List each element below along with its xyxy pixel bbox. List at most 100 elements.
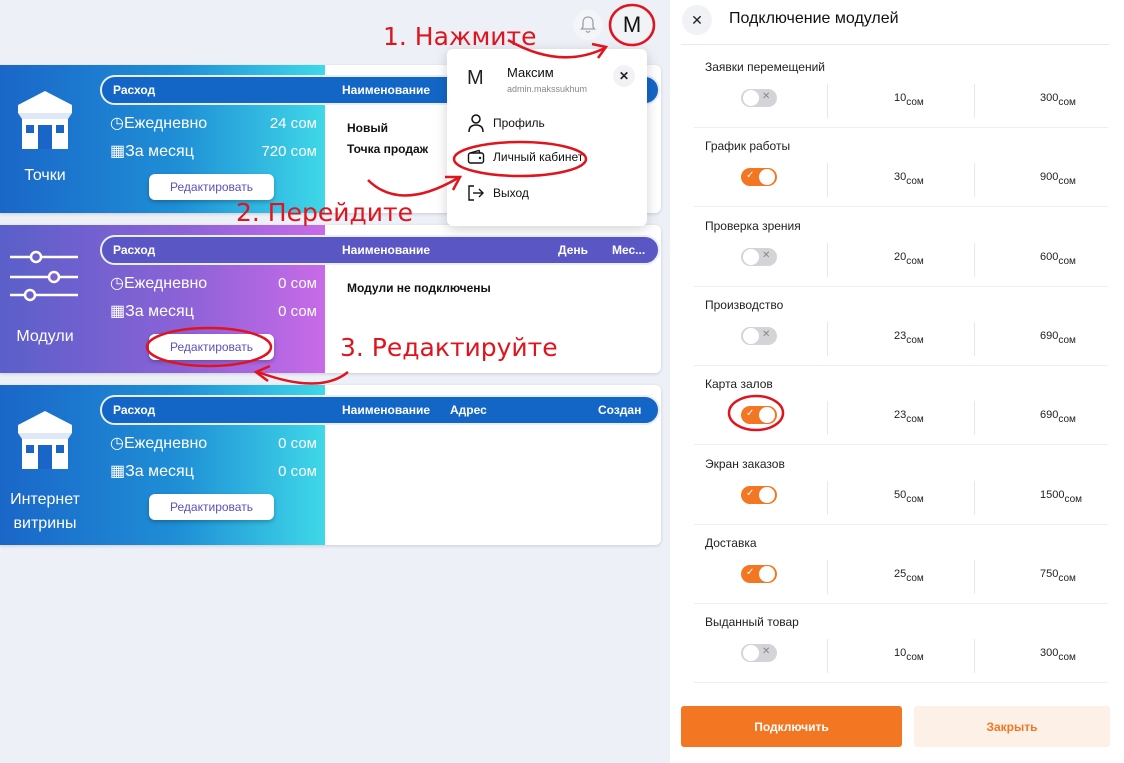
- module-price-day: 10сом: [894, 647, 924, 664]
- divider: [827, 242, 828, 277]
- daily-label: ◷Ежедневно: [110, 115, 208, 132]
- avatar: M: [467, 67, 484, 89]
- module-row: Заявки перемещений ✕ 10сом 300сом: [694, 48, 1108, 128]
- module-price-month: 750сом: [1040, 567, 1076, 584]
- monthly-label: ▦За месяц: [110, 303, 194, 320]
- daily-label: ◷Ежедневно: [110, 275, 208, 292]
- card-label: Интернет витрины: [10, 491, 80, 532]
- check-icon: ✓: [746, 487, 755, 499]
- empty-message: Модули не подключены: [347, 281, 491, 295]
- header-expense: Расход: [113, 403, 156, 417]
- module-row: График работы ✓ 30сом 900сом: [694, 127, 1108, 208]
- storefronts-card: Интернет витрины ◷Ежедневно 0 сом ▦За ме…: [0, 385, 661, 545]
- module-price-day: 30сом: [894, 171, 924, 188]
- monthly-value: 0 сом: [278, 303, 317, 320]
- divider: [827, 321, 828, 356]
- close-button[interactable]: Закрыть: [914, 706, 1110, 747]
- header-name: Наименование: [342, 403, 431, 417]
- module-name: График работы: [705, 139, 791, 154]
- module-price-day: 50сом: [894, 488, 924, 505]
- wallet-icon: [467, 149, 485, 164]
- menu-item-account[interactable]: Личный кабинет: [467, 149, 583, 165]
- menu-item-profile[interactable]: Профиль: [467, 113, 545, 133]
- header-address: Адрес: [450, 403, 487, 417]
- check-icon: ✓: [746, 566, 755, 578]
- close-icon: ✕: [762, 249, 771, 261]
- toggle-knob: [743, 248, 759, 265]
- sliders-icon: [10, 250, 78, 302]
- module-toggle[interactable]: ✕: [741, 247, 777, 266]
- module-toggle[interactable]: ✕: [741, 644, 777, 663]
- close-icon: ✕: [691, 11, 703, 28]
- storefront-icon: [18, 411, 72, 469]
- module-name: Карта залов: [705, 377, 773, 392]
- header-name: Наименование: [342, 83, 431, 97]
- modules-panel: ✕ Подключение модулей Заявки перемещений…: [670, 0, 1124, 763]
- divider: [827, 163, 828, 198]
- toggle-knob: [759, 407, 775, 424]
- divider: [827, 84, 828, 118]
- close-dropdown-button[interactable]: ✕: [613, 65, 635, 87]
- toggle-knob: [759, 565, 775, 582]
- divider: [827, 639, 828, 674]
- edit-points-button[interactable]: Редактировать: [149, 174, 274, 200]
- module-price-day: 23сом: [894, 329, 924, 346]
- toggle-knob: [759, 169, 775, 186]
- storefront-icon: [18, 91, 72, 149]
- annotation-step-3: 3. Редактируйте: [340, 333, 558, 362]
- module-name: Выданный товар: [705, 615, 799, 630]
- header-day: День: [558, 243, 588, 257]
- module-price-month: 1500сом: [1040, 488, 1083, 505]
- edit-storefronts-button[interactable]: Редактировать: [149, 494, 274, 520]
- edit-modules-button[interactable]: Редактировать: [149, 334, 274, 360]
- module-toggle[interactable]: ✓: [741, 406, 777, 425]
- module-toggle[interactable]: ✕: [741, 89, 777, 107]
- divider: [974, 163, 975, 198]
- daily-value: 24 сом: [269, 115, 317, 132]
- divider: [974, 84, 975, 118]
- toggle-knob: [743, 90, 759, 106]
- monthly-value: 720 сом: [261, 143, 317, 160]
- module-toggle[interactable]: ✓: [741, 168, 777, 187]
- module-price-day: 10сом: [894, 92, 924, 108]
- module-row: Экран заказов ✓ 50сом 1500сом: [694, 445, 1108, 525]
- module-price-month: 300сом: [1040, 647, 1076, 664]
- card-label: Модули: [16, 328, 74, 345]
- notifications-button[interactable]: [573, 10, 603, 40]
- divider: [681, 44, 1109, 45]
- module-name: Экран заказов: [705, 456, 785, 471]
- daily-value: 0 сом: [278, 435, 317, 452]
- module-name: Проверка зрения: [705, 218, 801, 233]
- monthly-label: ▦За месяц: [110, 463, 194, 480]
- module-row: Доставка ✓ 25сом 750сом: [694, 524, 1108, 604]
- divider: [827, 401, 828, 436]
- module-toggle[interactable]: ✕: [741, 326, 777, 345]
- module-price-day: 25сом: [894, 567, 924, 584]
- module-price-day: 20сом: [894, 250, 924, 267]
- toggle-knob: [743, 327, 759, 344]
- annotation-arrow: [257, 370, 349, 385]
- divider: [827, 559, 828, 594]
- header-created: Создан: [598, 403, 642, 417]
- annotation-step-1: 1. Нажмите: [383, 22, 537, 51]
- user-login: admin.makssukhum: [507, 84, 588, 94]
- divider: [974, 321, 975, 356]
- card-label: Точки: [24, 167, 66, 184]
- menu-item-logout[interactable]: Выход: [467, 184, 529, 202]
- module-toggle[interactable]: ✓: [741, 564, 777, 583]
- close-panel-button[interactable]: ✕: [682, 5, 712, 35]
- toggle-knob: [743, 645, 759, 662]
- user-avatar-button[interactable]: M: [612, 5, 652, 45]
- connect-button[interactable]: Подключить: [681, 706, 902, 747]
- module-price-month: 600сом: [1040, 250, 1076, 267]
- module-toggle[interactable]: ✓: [741, 485, 777, 504]
- bell-icon: [580, 16, 596, 33]
- module-price-month: 690сом: [1040, 329, 1076, 346]
- header-expense: Расход: [113, 83, 156, 97]
- table-cell: Новый: [347, 121, 388, 135]
- user-name: Максим: [507, 65, 554, 80]
- module-price-month: 690сом: [1040, 409, 1076, 426]
- module-name: Производство: [705, 297, 784, 312]
- module-name: Доставка: [705, 535, 757, 550]
- check-icon: ✓: [746, 408, 755, 420]
